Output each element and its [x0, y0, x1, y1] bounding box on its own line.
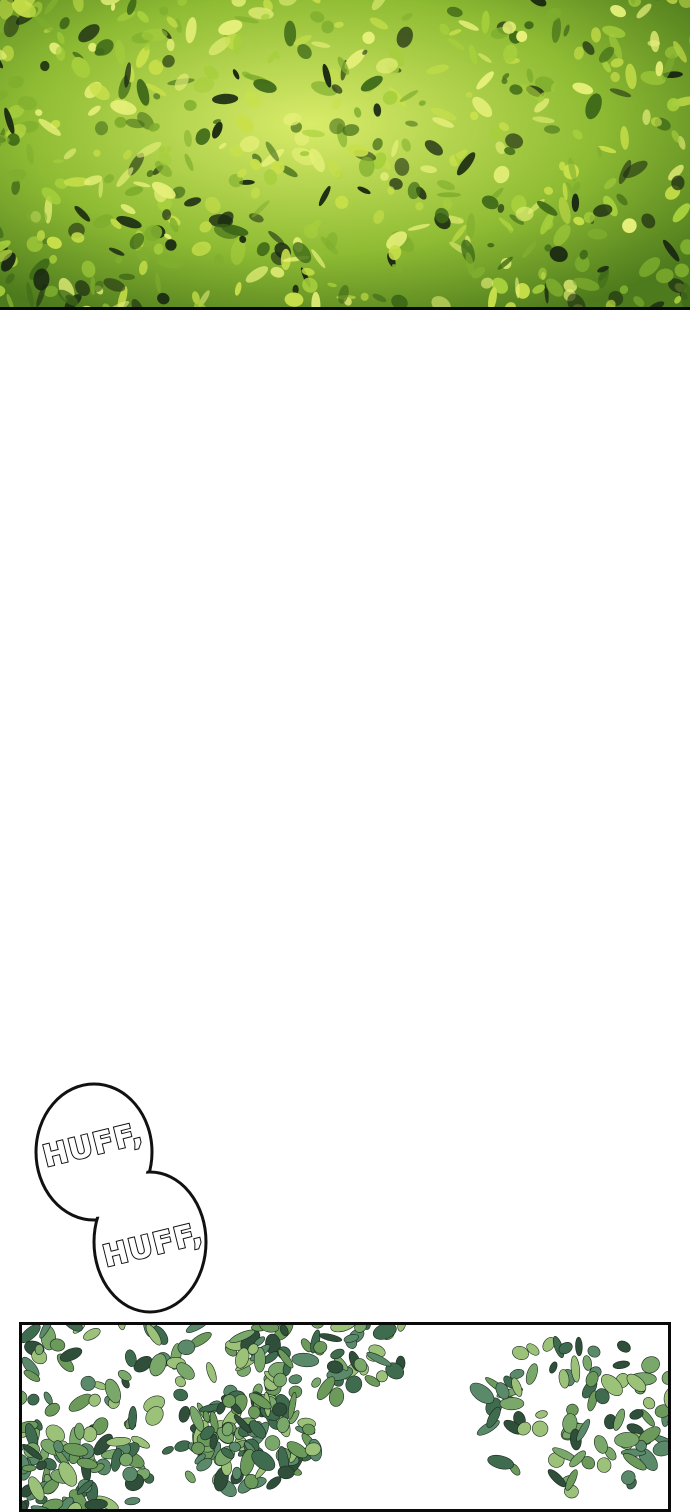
foliage-illustration: [0, 0, 690, 310]
bubble-shapes: [34, 1082, 208, 1314]
bottom-canopy-panel: [19, 1322, 671, 1512]
top-foliage-panel: [0, 0, 690, 310]
canopy-leaf: [232, 1466, 242, 1480]
canopy-illustration: [22, 1325, 668, 1509]
leaf: [436, 192, 462, 198]
sfx-bubble-group: HUFF, HUFF,: [30, 1080, 220, 1320]
canopy-leaf: [499, 1397, 525, 1411]
leaf: [358, 156, 375, 177]
canopy-leaf: [191, 1441, 205, 1455]
leaf: [114, 116, 127, 128]
canopy-leaf: [22, 1464, 37, 1472]
leaf: [541, 307, 552, 310]
leaf: [571, 193, 580, 212]
canopy-leaf: [34, 1344, 44, 1355]
leaf: [540, 272, 546, 280]
